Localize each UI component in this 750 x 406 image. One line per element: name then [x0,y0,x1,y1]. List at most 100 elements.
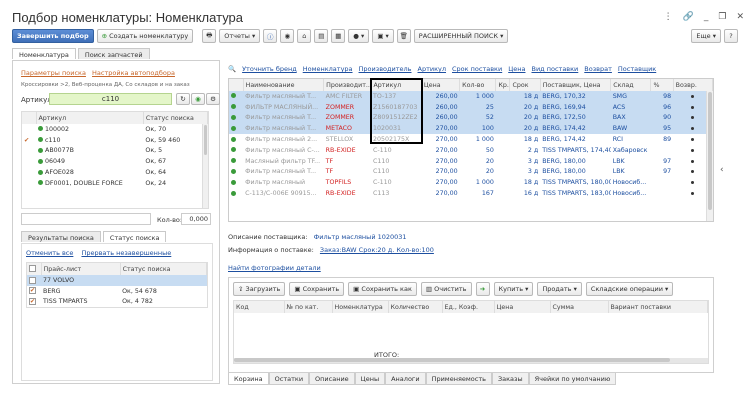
trash-icon[interactable]: 🗑 [396,29,411,43]
col-unit[interactable]: Ед., Коэф. [442,301,495,313]
article-scrollbar[interactable] [202,124,208,208]
col-term[interactable]: Срок [509,79,541,91]
col-manufacturer[interactable]: Производит... [323,79,372,91]
table-row[interactable]: Фильтр масляный 2... STELLOX 20502175X 270,… [229,134,713,145]
tab-parts-search[interactable]: Поиск запчастей [77,48,150,59]
table-row[interactable]: ФИЛЬТР МАСЛЯНЫЙ... ZOMMER Z1560187703 260,0… [229,101,713,113]
table-row[interactable]: ✔ TISS TMPARTS Ок, 4 782 [27,297,207,308]
col-return[interactable]: Возвр. [673,79,713,91]
tab-nomenclature[interactable]: Номенклатура [12,48,76,59]
table-row[interactable]: Фильтр масляный T... AMC FILTER TO-137 260,… [229,91,713,102]
table-row[interactable]: Фильтр масляный C-... RB-EXIDE C-110 270,00… [229,145,713,156]
col-price-status[interactable]: Статус поиска [120,263,208,275]
link-icon[interactable]: 🔗 [683,12,694,22]
table-row[interactable]: AB0077B Ок, 5 [22,146,208,157]
col-price[interactable]: Цена [421,79,461,91]
col-percent[interactable]: % [650,79,674,91]
clipboard-icon[interactable]: ▦ [331,29,346,43]
article-input[interactable]: с110 [49,93,172,105]
settings-icon[interactable]: ⚙ [206,93,220,105]
offers-scrollbar[interactable] [706,91,713,221]
tab-applicability[interactable]: Применяемость [425,373,492,385]
search-params-link[interactable]: Параметры поиска [21,69,86,77]
status-dropdown[interactable]: ● ▾ [348,29,370,43]
search-icon[interactable]: 🔍 [228,65,236,73]
table-row[interactable]: ✔ с110 Ок, 59 460 [22,135,208,146]
link-article[interactable]: Артикул [418,65,447,73]
tab-cart[interactable]: Корзина [228,373,269,385]
row-checkbox[interactable] [29,276,36,284]
save-as-button[interactable]: ▣ Сохранить как [348,282,417,296]
table-row[interactable]: 06049 Ок, 67 [22,156,208,167]
table-row[interactable]: AFOE028 Ок, 64 [22,167,208,178]
col-qty[interactable]: Кол-во [459,79,497,91]
home-icon[interactable]: ⌂ [297,29,312,43]
link-brand[interactable]: Уточнить бренд [242,65,297,73]
document-icon[interactable]: ▤ [314,29,329,43]
link-price[interactable]: Цена [508,65,525,73]
abort-unfinished-link[interactable]: Прервать незавершенные [81,249,171,257]
col-quantity[interactable]: Количество [388,301,443,313]
col-item[interactable]: Номенклатура [332,301,389,313]
col-name[interactable]: Наименование [243,79,325,91]
finish-selection-button[interactable]: Завершить подбор [12,29,94,43]
col-code[interactable]: Код [234,301,285,313]
tab-default-cells[interactable]: Ячейки по умолчанию [528,373,617,385]
clear-button[interactable]: ▥ Очистить [420,282,472,296]
link-nomenclature[interactable]: Номенклатура [303,65,353,73]
buy-button[interactable]: Купить ▾ [493,282,534,296]
cart-scrollbar[interactable] [234,358,708,363]
link-manufacturer[interactable]: Производитель [359,65,412,73]
col-article[interactable]: Артикул [36,112,144,124]
tab-description[interactable]: Описание [309,373,355,385]
close-icon[interactable]: ✕ [736,12,744,22]
cancel-all-link[interactable]: Отменить все [26,249,73,257]
more-button[interactable]: Еще ▾ [691,29,721,43]
col-supplier-price[interactable]: Поставщик, Цена [540,79,612,91]
create-item-button[interactable]: ⊕ Создать номенклатуру [96,29,194,43]
qty-input[interactable]: 0,000 [181,213,211,225]
tab-analogs[interactable]: Аналоги [385,373,426,385]
link-supplier[interactable]: Поставщик [618,65,656,73]
checkbox-header[interactable] [27,263,42,275]
table-row[interactable]: Фильтр масляный T... ZOMMER Z8091512ZE2 260… [229,112,713,124]
table-row[interactable]: Фильтр масляный TOPFILS C-110 270,00 1 000 18… [229,177,713,188]
col-catalog-no[interactable]: № по кат. [284,301,333,313]
autoselect-settings-link[interactable]: Настройка автоподбора [92,69,175,77]
target-icon[interactable]: ◉ [191,93,205,105]
row-checkbox[interactable]: ✔ [29,298,36,306]
warehouse-ops-button[interactable]: Складские операции ▾ [585,282,674,296]
col-sum[interactable]: Сумма [550,301,609,313]
info-value[interactable]: Заказ:BAW Срок:20 д. Кол-во:100 [320,246,434,254]
table-row[interactable]: DF0001, DOUBLE FORCE Ок, 24 [22,178,208,189]
table-row[interactable]: Масляный фильтр TF... TF C110 270,00 20 3 д BE… [229,156,713,167]
table-row[interactable]: 100002 Ок, 70 [22,124,208,135]
reports-button[interactable]: Отчеты ▾ [219,29,261,43]
advanced-search-button[interactable]: РАСШИРЕННЫЙ ПОИСК ▾ [413,29,509,43]
eye-icon[interactable]: ◉ [280,29,295,43]
tab-stock[interactable]: Остатки [268,373,310,385]
print-icon[interactable]: 🖶 [202,29,217,43]
link-delivery-term[interactable]: Срок поставки [452,65,502,73]
info-icon[interactable]: ⓘ [263,29,278,43]
table-row[interactable]: Фильтр масляный T... TF C110 270,00 20 3 д BER… [229,167,713,178]
find-photos-link[interactable]: Найти фотографии детали [228,264,321,272]
col-delivery-variant[interactable]: Вариант поставки [608,301,708,313]
refresh-icon[interactable]: ↻ [176,93,190,105]
tab-prices[interactable]: Цены [354,373,386,385]
col-cart-price[interactable]: Цена [494,301,551,313]
table-row[interactable]: Фильтр масляный T... METACO 1020031 270,00 1… [229,123,713,135]
help-button[interactable]: ? [724,29,738,43]
row-checkbox[interactable]: ✔ [29,287,36,295]
minimize-icon[interactable]: _ [704,12,709,22]
table-row[interactable]: ✔ BERG Ок, 54 678 [27,286,207,297]
tab-search-results[interactable]: Результаты поиска [21,231,101,242]
maximize-icon[interactable]: ❐ [718,12,726,22]
col-kr[interactable]: Кр. [495,79,511,91]
col-price-list[interactable]: Прайс-лист [41,263,121,275]
tab-orders[interactable]: Заказы [491,373,529,385]
col-warehouse[interactable]: Склад [610,79,652,91]
save-button[interactable]: ▣ Сохранить [289,282,345,296]
more-icon[interactable]: ⋮ [664,12,673,22]
filter-input[interactable] [21,213,151,225]
